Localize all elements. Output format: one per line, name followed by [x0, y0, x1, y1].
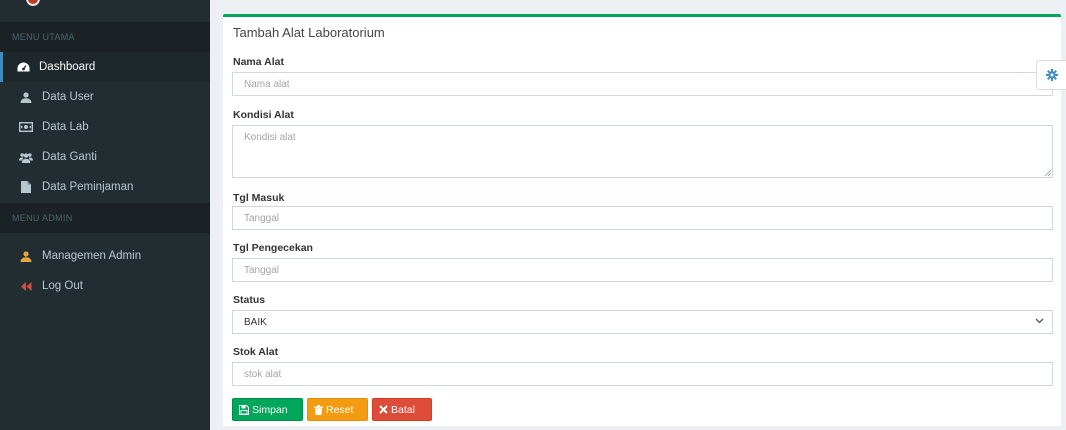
sidebar-item-managemen-admin[interactable]: Managemen Admin	[0, 241, 210, 271]
sidebar-item-data-lab[interactable]: Data Lab	[0, 112, 210, 142]
sidebar-item-dashboard[interactable]: Dashboard	[0, 52, 210, 82]
tgl-masuk-label: Tgl Masuk	[233, 192, 285, 204]
nama-alat-label: Nama Alat	[233, 56, 284, 68]
file-icon	[18, 180, 34, 194]
sidebar-item-label: Data User	[42, 91, 94, 103]
batal-label: Batal	[391, 403, 415, 416]
sidebar-item-data-user[interactable]: Data User	[0, 82, 210, 112]
sidebar-item-label: Log Out	[42, 280, 83, 292]
stok-alat-input[interactable]	[232, 362, 1053, 386]
status-label: Status	[233, 294, 266, 306]
stok-alat-label: Stok Alat	[233, 346, 279, 358]
save-icon	[239, 404, 249, 415]
batal-button[interactable]: Batal	[372, 398, 432, 421]
logo	[26, 0, 40, 6]
add-lab-equipment-form: Tambah Alat Laboratorium Nama Alat Kondi…	[223, 14, 1061, 426]
form-title: Tambah Alat Laboratorium	[233, 25, 385, 40]
sidebar-item-data-ganti[interactable]: Data Ganti	[0, 142, 210, 172]
trash-icon	[314, 404, 323, 415]
sidebar: MENU UTAMA Dashboard Data User Data Lab …	[0, 0, 210, 430]
sidebar-header-admin: MENU ADMIN	[0, 203, 210, 233]
backward-icon	[18, 279, 34, 293]
money-icon	[18, 120, 34, 134]
sidebar-item-label: Data Peminjaman	[42, 181, 134, 193]
simpan-button[interactable]: Simpan	[232, 398, 303, 421]
sidebar-item-label: Data Ganti	[42, 151, 97, 163]
users-icon	[18, 150, 34, 164]
kondisi-alat-textarea[interactable]	[232, 125, 1053, 178]
user-icon	[18, 90, 34, 104]
settings-toggle-button[interactable]	[1036, 60, 1066, 90]
chevron-down-icon	[1035, 318, 1044, 324]
kondisi-alat-label: Kondisi Alat	[233, 109, 294, 121]
sidebar-item-label: Dashboard	[39, 61, 96, 73]
tgl-pengecekan-input[interactable]	[232, 258, 1053, 282]
dashboard-icon	[15, 60, 31, 74]
sidebar-logo-area	[0, 0, 210, 22]
status-select[interactable]: BAIK	[232, 310, 1053, 334]
close-icon	[379, 405, 388, 414]
sidebar-header-main: MENU UTAMA	[0, 22, 210, 52]
reset-label: Reset	[326, 403, 354, 416]
reset-button[interactable]: Reset	[307, 398, 368, 421]
admin-user-icon	[18, 249, 34, 263]
kondisi-alat-wrapper	[232, 125, 1053, 178]
resize-grip-icon[interactable]	[1044, 169, 1051, 176]
sidebar-item-log-out[interactable]: Log Out	[0, 271, 210, 301]
sidebar-item-label: Managemen Admin	[42, 250, 142, 262]
nama-alat-input[interactable]	[232, 72, 1053, 96]
status-selected-value: BAIK	[244, 316, 267, 328]
gear-icon	[1045, 69, 1058, 81]
sidebar-item-data-peminjaman[interactable]: Data Peminjaman	[0, 172, 210, 202]
simpan-label: Simpan	[252, 403, 288, 416]
sidebar-item-label: Data Lab	[42, 121, 89, 133]
tgl-pengecekan-label: Tgl Pengecekan	[233, 242, 313, 254]
form-actions: Simpan Reset Batal	[232, 398, 432, 421]
tgl-masuk-input[interactable]	[232, 206, 1053, 230]
